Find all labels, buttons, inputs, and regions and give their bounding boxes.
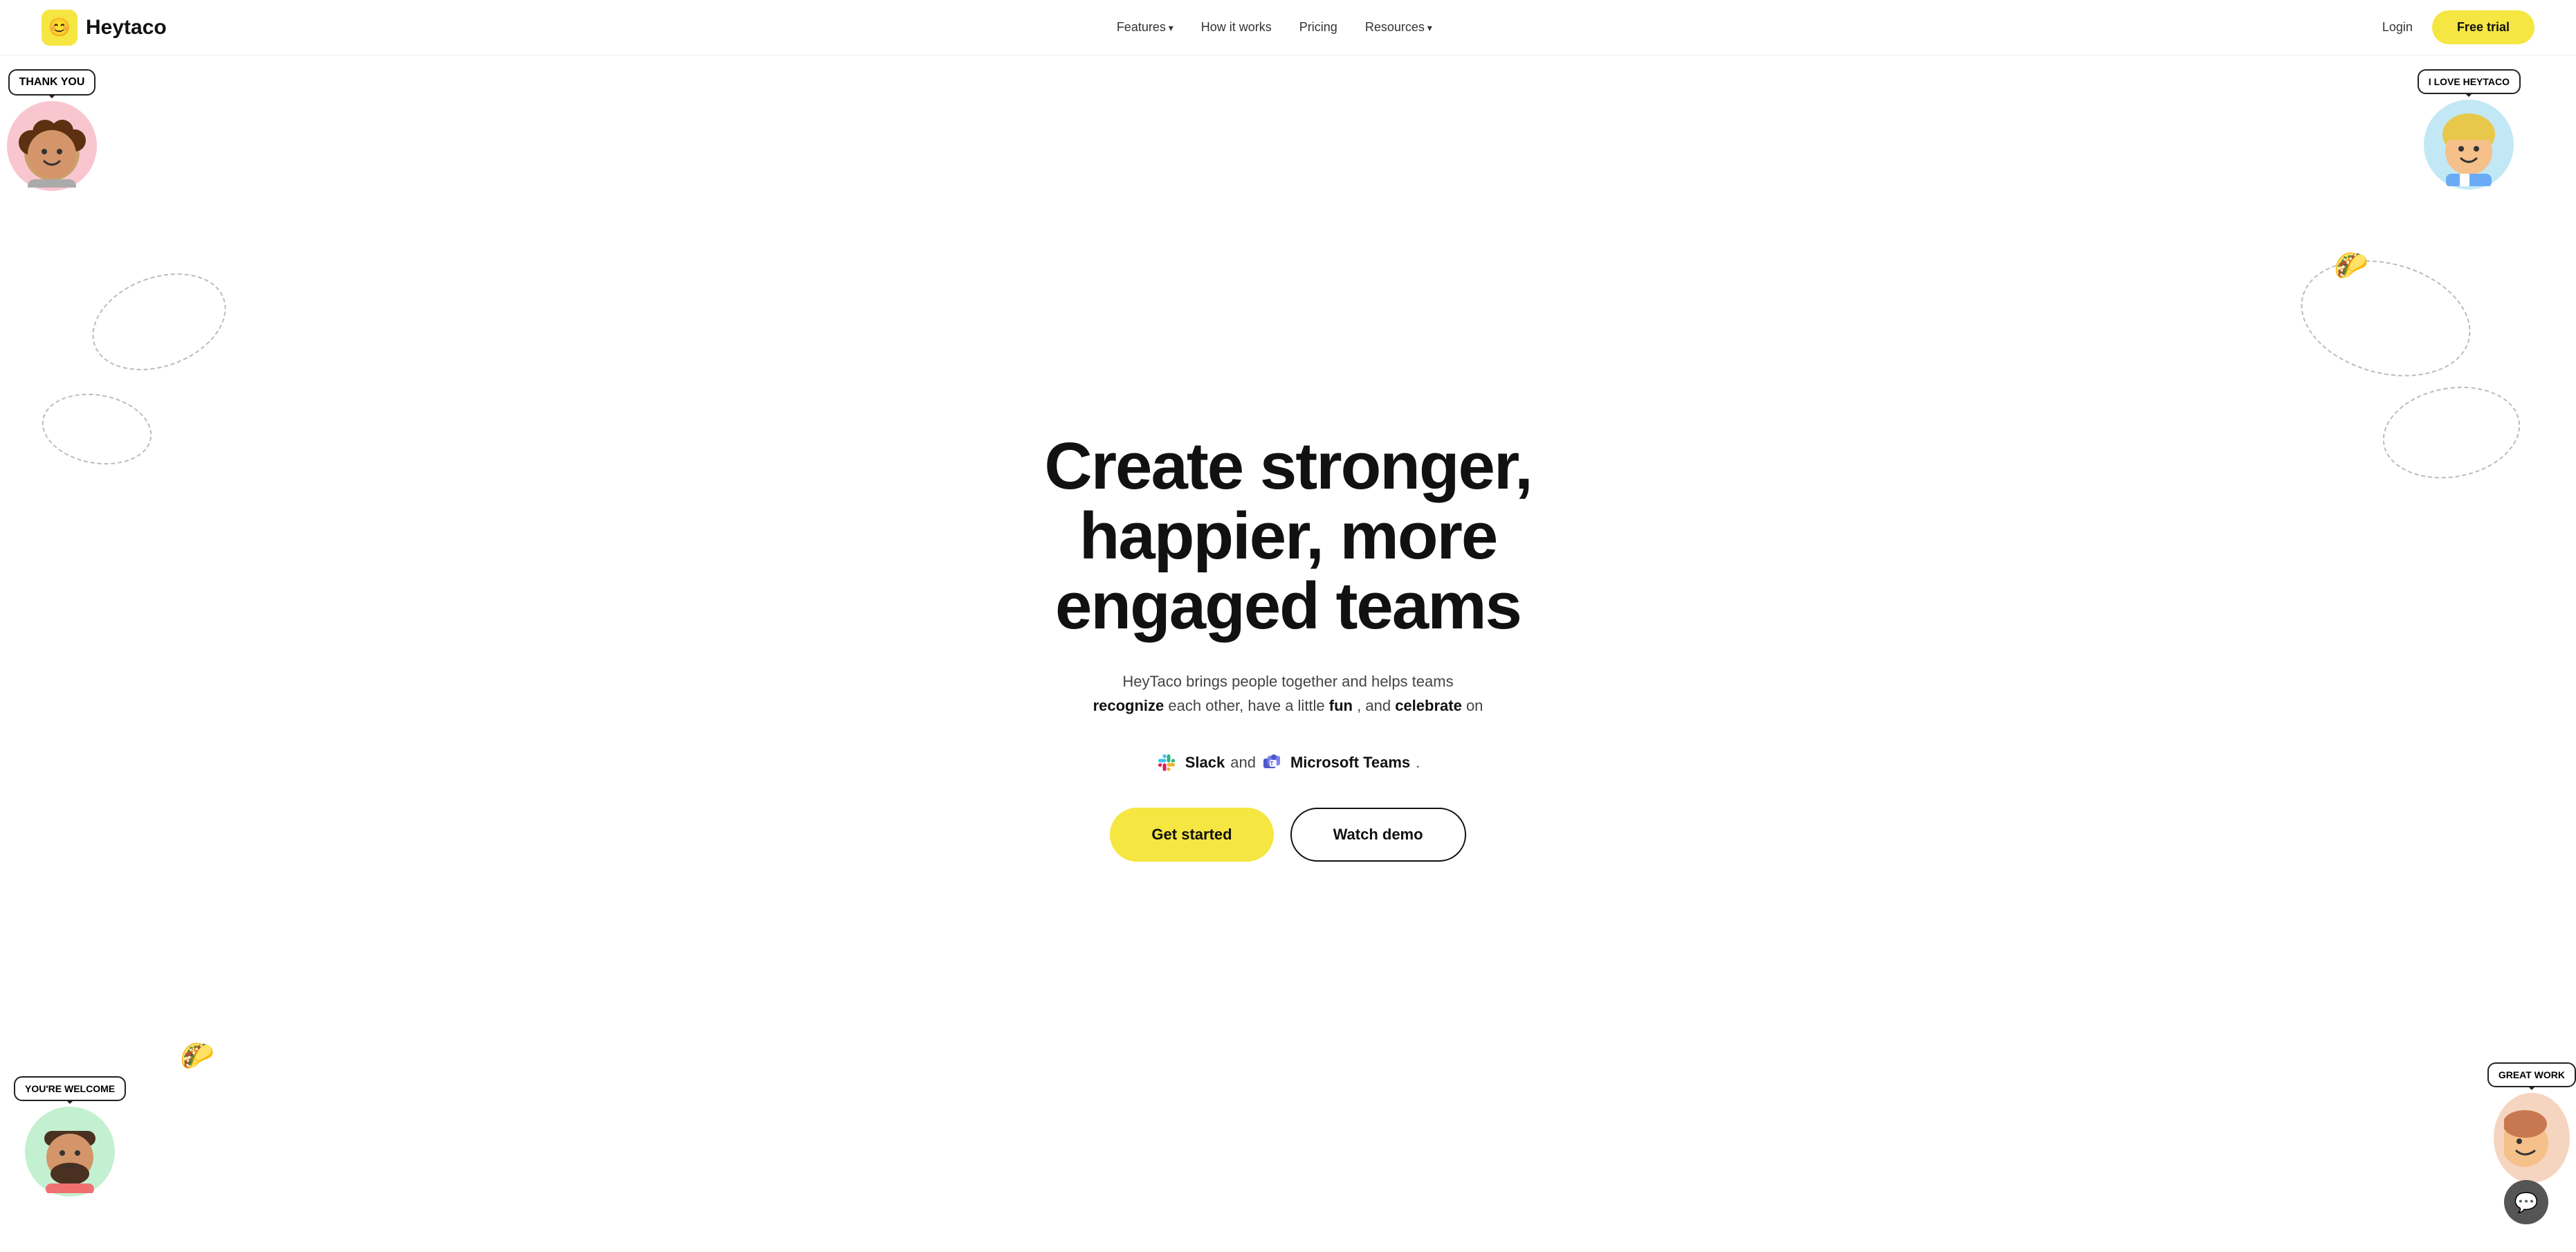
watch-demo-button[interactable]: Watch demo	[1290, 808, 1466, 862]
hero-headline: Create stronger, happier, more engaged t…	[1044, 432, 1531, 641]
hero-section: 🌮 🌮 THANK YOU	[0, 55, 2576, 1252]
slack-icon	[1156, 752, 1177, 773]
face-partial-svg	[2504, 1096, 2559, 1179]
avatar-partial	[2494, 1093, 2570, 1183]
bubble-youre-welcome: YOU'RE WELCOME	[14, 1076, 126, 1101]
login-link[interactable]: Login	[2382, 20, 2413, 35]
platform-line: Slack and T Microsoft Teams.	[1156, 752, 1421, 773]
nav-resources-link[interactable]: Resources	[1365, 20, 1432, 34]
nav-links: Features How it works Pricing Resources	[1117, 20, 1432, 35]
dashed-path-mid-right	[2375, 376, 2528, 489]
character-bottom-right: GREAT WORK	[2487, 1062, 2576, 1183]
hero-subtext: HeyTaco brings people together and helps…	[1093, 669, 1483, 718]
face-curly-svg	[14, 105, 90, 188]
logo-link[interactable]: 😊 Heytaco	[42, 10, 167, 46]
nav-how-it-works-link[interactable]: How it works	[1201, 20, 1272, 34]
bubble-i-love-heytaco: I LOVE HEYTACO	[2418, 69, 2521, 94]
avatar-curly	[7, 101, 97, 191]
svg-text:T: T	[1270, 761, 1274, 767]
nav-item-features[interactable]: Features	[1117, 20, 1173, 35]
taco-decoration-1: 🌮	[2334, 249, 2368, 282]
logo-text: Heytaco	[86, 16, 167, 39]
nav-item-resources[interactable]: Resources	[1365, 20, 1432, 35]
logo-icon: 😊	[42, 10, 77, 46]
navbar: 😊 Heytaco Features How it works Pricing …	[0, 0, 2576, 55]
get-started-button[interactable]: Get started	[1110, 808, 1273, 862]
nav-features-link[interactable]: Features	[1117, 20, 1173, 34]
hero-buttons: Get started Watch demo	[1110, 808, 1465, 862]
dashed-path-mid-left	[37, 385, 158, 473]
nav-cta-group: Login Free trial	[2382, 10, 2534, 44]
bubble-great-work: GREAT WORK	[2487, 1062, 2576, 1087]
bubble-thank-you: THANK YOU	[8, 69, 96, 96]
free-trial-button[interactable]: Free trial	[2432, 10, 2534, 44]
avatar-beard	[25, 1107, 115, 1197]
face-beard-svg	[32, 1110, 108, 1193]
microsoft-teams-icon: T	[1261, 752, 1282, 773]
character-top-left: THANK YOU	[7, 69, 97, 191]
face-blond-svg	[2431, 103, 2507, 186]
nav-item-pricing[interactable]: Pricing	[1299, 20, 1337, 35]
nav-item-how-it-works[interactable]: How it works	[1201, 20, 1272, 35]
chat-widget-button[interactable]: 💬	[2504, 1180, 2548, 1224]
avatar-blond	[2424, 100, 2514, 190]
dashed-path-top-right	[2288, 242, 2484, 394]
chat-widget-icon: 💬	[2514, 1191, 2539, 1214]
dashed-path-top-left	[79, 256, 239, 388]
taco-decoration-2: 🌮	[180, 1040, 214, 1072]
character-bottom-left: YOU'RE WELCOME	[14, 1076, 126, 1197]
nav-pricing-link[interactable]: Pricing	[1299, 20, 1337, 34]
character-top-right: I LOVE HEYTACO	[2418, 69, 2521, 190]
